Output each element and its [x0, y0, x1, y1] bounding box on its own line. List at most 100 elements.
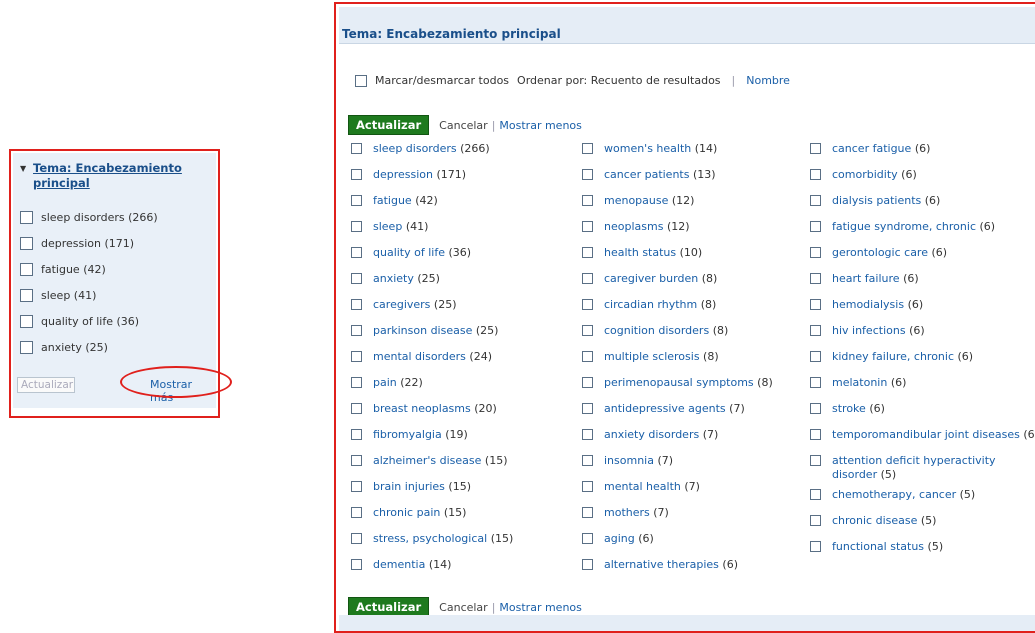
- facet-checkbox[interactable]: [351, 481, 362, 492]
- facet-item[interactable]: depression (171): [351, 168, 466, 182]
- facet-checkbox[interactable]: [582, 143, 593, 154]
- facet-checkbox[interactable]: [810, 247, 821, 258]
- facet-item[interactable]: dementia (14): [351, 558, 451, 572]
- facet-item-text[interactable]: dementia (14): [373, 558, 451, 572]
- facet-item-name[interactable]: caregiver burden: [604, 272, 698, 285]
- small-facet-item[interactable]: fatigue (42): [20, 263, 106, 276]
- facet-item-text[interactable]: attention deficit hyperactivity disorder…: [832, 454, 1002, 482]
- facet-item-name[interactable]: fatigue syndrome, chronic: [832, 220, 976, 233]
- facet-item[interactable]: stroke (6): [810, 402, 885, 416]
- facet-item-text[interactable]: circadian rhythm (8): [604, 298, 716, 312]
- facet-item-name[interactable]: parkinson disease: [373, 324, 472, 337]
- facet-item[interactable]: attention deficit hyperactivity disorder…: [810, 454, 1002, 482]
- facet-item-name[interactable]: multiple sclerosis: [604, 350, 700, 363]
- facet-checkbox[interactable]: [810, 351, 821, 362]
- facet-checkbox[interactable]: [351, 299, 362, 310]
- facet-item-text[interactable]: fatigue syndrome, chronic (6): [832, 220, 995, 234]
- facet-checkbox[interactable]: [582, 273, 593, 284]
- facet-item-name[interactable]: cognition disorders: [604, 324, 709, 337]
- facet-item-name[interactable]: cancer fatigue: [832, 142, 911, 155]
- facet-item-text[interactable]: gerontologic care (6): [832, 246, 947, 260]
- facet-checkbox[interactable]: [810, 515, 821, 526]
- small-facet-item[interactable]: anxiety (25): [20, 341, 108, 354]
- facet-item-text[interactable]: depression (171): [373, 168, 466, 182]
- facet-item-text[interactable]: mental health (7): [604, 480, 700, 494]
- cancel-link-bottom[interactable]: Cancelar: [439, 601, 488, 614]
- cancel-link-top[interactable]: Cancelar: [439, 119, 488, 132]
- facet-item-text[interactable]: sleep (41): [373, 220, 428, 234]
- facet-item[interactable]: women's health (14): [582, 142, 717, 156]
- facet-item-text[interactable]: heart failure (6): [832, 272, 919, 286]
- facet-checkbox[interactable]: [810, 541, 821, 552]
- facet-item-text[interactable]: fatigue (42): [373, 194, 438, 208]
- facet-item-text[interactable]: chemotherapy, cancer (5): [832, 488, 975, 502]
- facet-checkbox[interactable]: [20, 341, 33, 354]
- facet-item-name[interactable]: women's health: [604, 142, 691, 155]
- facet-checkbox[interactable]: [810, 221, 821, 232]
- facet-item-text[interactable]: perimenopausal symptoms (8): [604, 376, 773, 390]
- facet-item-name[interactable]: aging: [604, 532, 635, 545]
- facet-item-name[interactable]: caregivers: [373, 298, 430, 311]
- facet-item[interactable]: fatigue (42): [351, 194, 438, 208]
- facet-item-name[interactable]: antidepressive agents: [604, 402, 726, 415]
- facet-item-name[interactable]: heart failure: [832, 272, 900, 285]
- facet-checkbox[interactable]: [582, 169, 593, 180]
- facet-item-text[interactable]: parkinson disease (25): [373, 324, 498, 338]
- facet-item-name[interactable]: alzheimer's disease: [373, 454, 481, 467]
- facet-item-text[interactable]: women's health (14): [604, 142, 717, 156]
- facet-item[interactable]: insomnia (7): [582, 454, 673, 468]
- facet-item-name[interactable]: perimenopausal symptoms: [604, 376, 754, 389]
- facet-item[interactable]: melatonin (6): [810, 376, 906, 390]
- facet-item-text[interactable]: caregivers (25): [373, 298, 457, 312]
- facet-item-label[interactable]: quality of life (36): [41, 315, 139, 328]
- small-facet-title[interactable]: ▼ Tema: Encabezamiento principal: [20, 161, 195, 191]
- collapse-triangle-icon[interactable]: ▼: [20, 161, 26, 176]
- facet-item-text[interactable]: cancer patients (13): [604, 168, 716, 182]
- facet-item-text[interactable]: quality of life (36): [373, 246, 471, 260]
- facet-item-text[interactable]: health status (10): [604, 246, 702, 260]
- facet-checkbox[interactable]: [351, 455, 362, 466]
- facet-item[interactable]: heart failure (6): [810, 272, 919, 286]
- facet-item[interactable]: chronic disease (5): [810, 514, 936, 528]
- facet-checkbox[interactable]: [582, 221, 593, 232]
- facet-item[interactable]: functional status (5): [810, 540, 943, 554]
- sort-label[interactable]: Ordenar por: Recuento de resultados: [517, 74, 720, 87]
- facet-item-text[interactable]: alzheimer's disease (15): [373, 454, 508, 468]
- facet-item[interactable]: health status (10): [582, 246, 702, 260]
- facet-checkbox[interactable]: [810, 143, 821, 154]
- facet-item-name[interactable]: mothers: [604, 506, 650, 519]
- facet-item-name[interactable]: mental disorders: [373, 350, 466, 363]
- facet-item-name[interactable]: comorbidity: [832, 168, 898, 181]
- small-facet-item[interactable]: sleep disorders (266): [20, 211, 158, 224]
- facet-item-label[interactable]: anxiety (25): [41, 341, 108, 354]
- facet-item-name[interactable]: chemotherapy, cancer: [832, 488, 956, 501]
- facet-item[interactable]: parkinson disease (25): [351, 324, 498, 338]
- facet-checkbox[interactable]: [810, 299, 821, 310]
- facet-item-name[interactable]: hiv infections: [832, 324, 906, 337]
- facet-item-name[interactable]: chronic disease: [832, 514, 917, 527]
- facet-item-name[interactable]: functional status: [832, 540, 924, 553]
- facet-item-text[interactable]: caregiver burden (8): [604, 272, 717, 286]
- facet-item-name[interactable]: alternative therapies: [604, 558, 719, 571]
- facet-item-name[interactable]: depression: [373, 168, 433, 181]
- facet-item-name[interactable]: anxiety disorders: [604, 428, 699, 441]
- facet-checkbox[interactable]: [351, 247, 362, 258]
- facet-item[interactable]: cancer patients (13): [582, 168, 716, 182]
- facet-checkbox[interactable]: [582, 325, 593, 336]
- facet-item[interactable]: caregivers (25): [351, 298, 457, 312]
- facet-checkbox[interactable]: [351, 377, 362, 388]
- facet-checkbox[interactable]: [351, 559, 362, 570]
- facet-checkbox[interactable]: [810, 403, 821, 414]
- facet-item-text[interactable]: aging (6): [604, 532, 654, 546]
- facet-item-name[interactable]: fibromyalgia: [373, 428, 442, 441]
- facet-item[interactable]: sleep disorders (266): [351, 142, 490, 156]
- small-facet-title-text[interactable]: Tema: Encabezamiento principal: [20, 161, 195, 191]
- facet-checkbox[interactable]: [582, 481, 593, 492]
- facet-item-text[interactable]: comorbidity (6): [832, 168, 917, 182]
- facet-item-name[interactable]: neoplasms: [604, 220, 663, 233]
- facet-item[interactable]: mothers (7): [582, 506, 669, 520]
- facet-item-text[interactable]: hiv infections (6): [832, 324, 925, 338]
- facet-item-text[interactable]: hemodialysis (6): [832, 298, 923, 312]
- facet-item-text[interactable]: multiple sclerosis (8): [604, 350, 719, 364]
- facet-item-text[interactable]: melatonin (6): [832, 376, 906, 390]
